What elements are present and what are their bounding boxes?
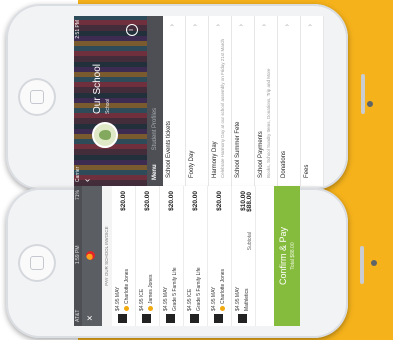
- table-row[interactable]: $4.95 ICE James Jones $20.00: [136, 186, 160, 326]
- battery-level: 71%: [75, 190, 81, 201]
- student-profiles-tab[interactable]: Student Profiles: [152, 108, 158, 150]
- speaker-grille: [361, 74, 365, 114]
- status-time: 2:51 PM: [75, 20, 81, 39]
- confirm-pay-label: Confirm & Pay: [278, 226, 288, 286]
- carrier-label: Carrier: [75, 166, 81, 182]
- list-item-title: Fees: [304, 164, 310, 178]
- subtotal-row: Subtotal $88.00: [246, 186, 256, 326]
- chevron-right-icon: ›: [169, 24, 176, 27]
- order-title: PAY OUR SCHOOL INVOICE: [102, 186, 112, 326]
- front-camera: [371, 260, 377, 266]
- school-logo: [92, 122, 118, 148]
- item-name: James Jones: [148, 275, 154, 311]
- status-bar: AT&T 1:59 PM 71%: [74, 186, 82, 326]
- item-name: Charlotte Jones: [124, 269, 130, 311]
- list-item-desc: Books, School Sundry Items, Donations, T…: [266, 68, 271, 178]
- list-item-title: Harmony Day: [212, 141, 218, 178]
- item-name-text: Charlotte Jones: [220, 268, 226, 304]
- info-icon[interactable]: i: [126, 24, 138, 36]
- menu-bar: Menu Student Profiles: [147, 16, 163, 186]
- chevron-right-icon: ›: [284, 24, 291, 27]
- front-camera: [367, 101, 373, 107]
- speaker-grille: [360, 246, 364, 284]
- item-name: Grade 5 Family Life: [196, 267, 202, 311]
- list-item[interactable]: › Harmony Day Celebrate Harmony Day at our…: [209, 16, 232, 186]
- carrier-label: AT&T: [75, 309, 81, 322]
- status-time: 1:59 PM: [75, 245, 81, 265]
- item-amount: $20.00: [168, 191, 175, 211]
- item-icon: [190, 314, 199, 323]
- item-price: $4.95 MAY: [211, 286, 217, 311]
- avatar: [220, 306, 226, 311]
- list-item-title: School Summer Fete: [235, 121, 241, 178]
- table-row[interactable]: $4.95 MAY Grade 5 Family Life $20.00: [160, 186, 184, 326]
- table-row[interactable]: $4.95 MAY Charlotte Jones $20.00: [208, 186, 232, 326]
- subtotal-value: $88.00: [246, 192, 253, 212]
- list-item-title: Donations: [281, 150, 287, 178]
- item-icon: [214, 314, 223, 323]
- item-icon: [166, 314, 175, 323]
- list-item[interactable]: › Fees: [301, 16, 324, 186]
- menu-list: › School Events tickets › Footy Day › Harmo…: [163, 16, 324, 186]
- school-subtitle: School: [105, 98, 111, 114]
- checkout-screen: AT&T 1:59 PM 71% × PAY OUR SCHOOL INVOIC…: [74, 186, 300, 326]
- item-name-text: James Jones: [148, 274, 154, 304]
- item-price: $4.95 ICE: [187, 288, 193, 311]
- checkout-header: ×: [82, 186, 102, 326]
- avatar: [148, 306, 154, 311]
- menu-tab[interactable]: Menu: [152, 164, 158, 180]
- chevron-right-icon: ›: [215, 24, 222, 27]
- list-item[interactable]: › School Events tickets: [163, 16, 186, 186]
- status-bar: Carrier 2:51 PM: [74, 16, 82, 186]
- chevron-right-icon: ›: [192, 24, 199, 27]
- item-price: $4.95 MAY: [163, 286, 169, 311]
- confirm-pay-button[interactable]: Confirm & Pay Total $88.00: [274, 186, 300, 326]
- item-name: Grade 5 Family Life: [172, 267, 178, 311]
- table-row[interactable]: $4.95 ICE Grade 5 Family Life $20.00: [184, 186, 208, 326]
- avatar: [124, 306, 130, 311]
- item-price: $4.95 MAY: [235, 286, 241, 311]
- subtotal-label: Subtotal: [247, 232, 253, 251]
- chevron-right-icon: ›: [261, 24, 268, 27]
- list-item-desc: Celebrate Harmony Day at our school asse…: [220, 38, 225, 178]
- order-items: $4.95 MAY Charlotte Jones $20.00 $4.95 ICE…: [112, 186, 256, 326]
- merchant-logo-icon: [86, 251, 95, 260]
- close-icon[interactable]: ×: [85, 315, 96, 321]
- home-button[interactable]: [18, 78, 56, 116]
- list-item[interactable]: › Donations: [278, 16, 301, 186]
- list-item[interactable]: › Footy Day: [186, 16, 209, 186]
- school-screen: Carrier 2:51 PM ‹ Our School School i Me…: [74, 16, 324, 186]
- school-name: Our School: [92, 63, 103, 114]
- chevron-right-icon: ›: [238, 24, 245, 27]
- item-price: $4.95 ICE: [139, 288, 145, 311]
- list-item-title: Footy Day: [189, 150, 195, 178]
- back-chevron-icon[interactable]: ‹: [82, 179, 93, 182]
- item-amount: $20.00: [120, 191, 127, 211]
- item-icon: [142, 314, 151, 323]
- item-icon: [118, 314, 127, 323]
- chevron-right-icon: ›: [307, 24, 314, 27]
- item-amount: $20.00: [144, 191, 151, 211]
- table-row[interactable]: $4.95 MAY Charlotte Jones $20.00: [112, 186, 136, 326]
- list-item[interactable]: › School Summer Fete: [232, 16, 255, 186]
- item-name: Charlotte Jones: [220, 269, 226, 311]
- item-price: $4.95 MAY: [115, 286, 121, 311]
- list-item-title: School Events tickets: [166, 120, 172, 178]
- confirm-pay-total: Total $88.00: [290, 242, 296, 270]
- item-amount: $20.00: [216, 191, 223, 211]
- list-item[interactable]: › School Payments Books, School Sundry Ite…: [255, 16, 278, 186]
- item-amount: $20.00: [192, 191, 199, 211]
- list-item-title: School Payments: [258, 131, 264, 178]
- item-name-text: Charlotte Jones: [124, 268, 130, 304]
- home-button[interactable]: [18, 244, 56, 282]
